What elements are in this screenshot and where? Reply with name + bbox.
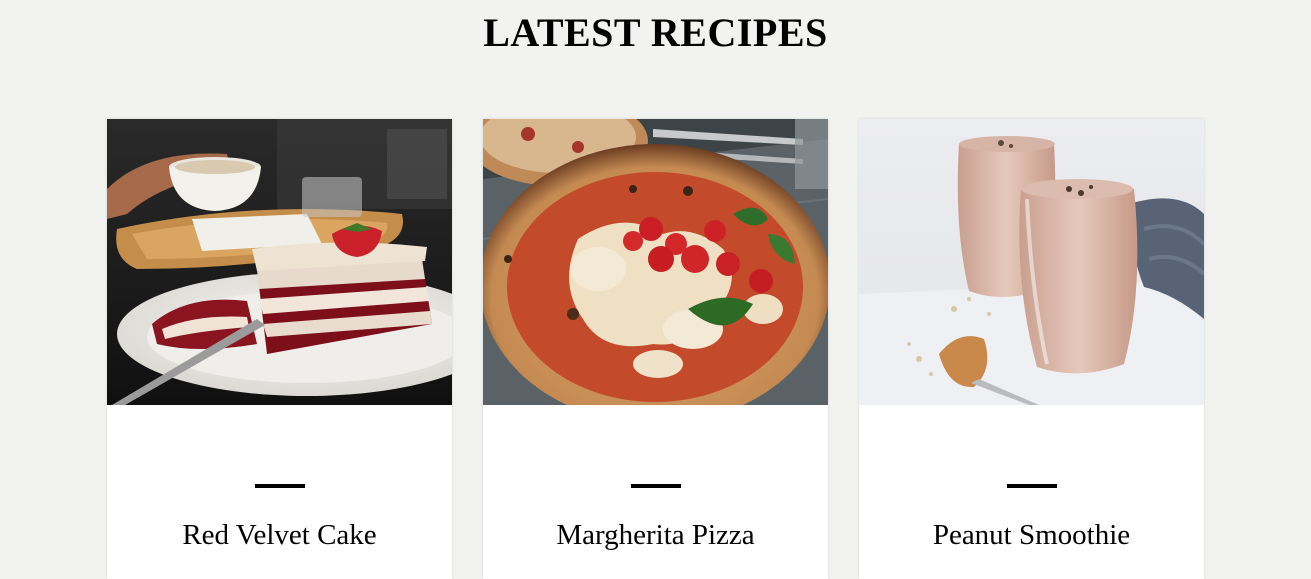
margherita-pizza-photo xyxy=(483,119,828,405)
recipe-title[interactable]: Red Velvet Cake xyxy=(107,517,452,553)
recipe-image[interactable] xyxy=(483,119,828,405)
title-divider xyxy=(630,484,681,488)
recipe-title[interactable]: Margherita Pizza xyxy=(483,517,828,553)
title-divider xyxy=(1006,484,1057,488)
recipe-image[interactable] xyxy=(107,119,452,405)
recipe-title[interactable]: Peanut Smoothie xyxy=(859,517,1204,553)
recipe-card-margherita-pizza[interactable]: Margherita Pizza xyxy=(483,119,828,579)
peanut-smoothie-photo xyxy=(859,119,1204,405)
recipe-card-peanut-smoothie[interactable]: Peanut Smoothie xyxy=(859,119,1204,579)
title-divider xyxy=(254,484,305,488)
recipe-image[interactable] xyxy=(859,119,1204,405)
recipe-card-red-velvet-cake[interactable]: Red Velvet Cake xyxy=(107,119,452,579)
red-velvet-cake-photo xyxy=(107,119,452,405)
section-title: LATEST RECIPES xyxy=(483,10,828,55)
